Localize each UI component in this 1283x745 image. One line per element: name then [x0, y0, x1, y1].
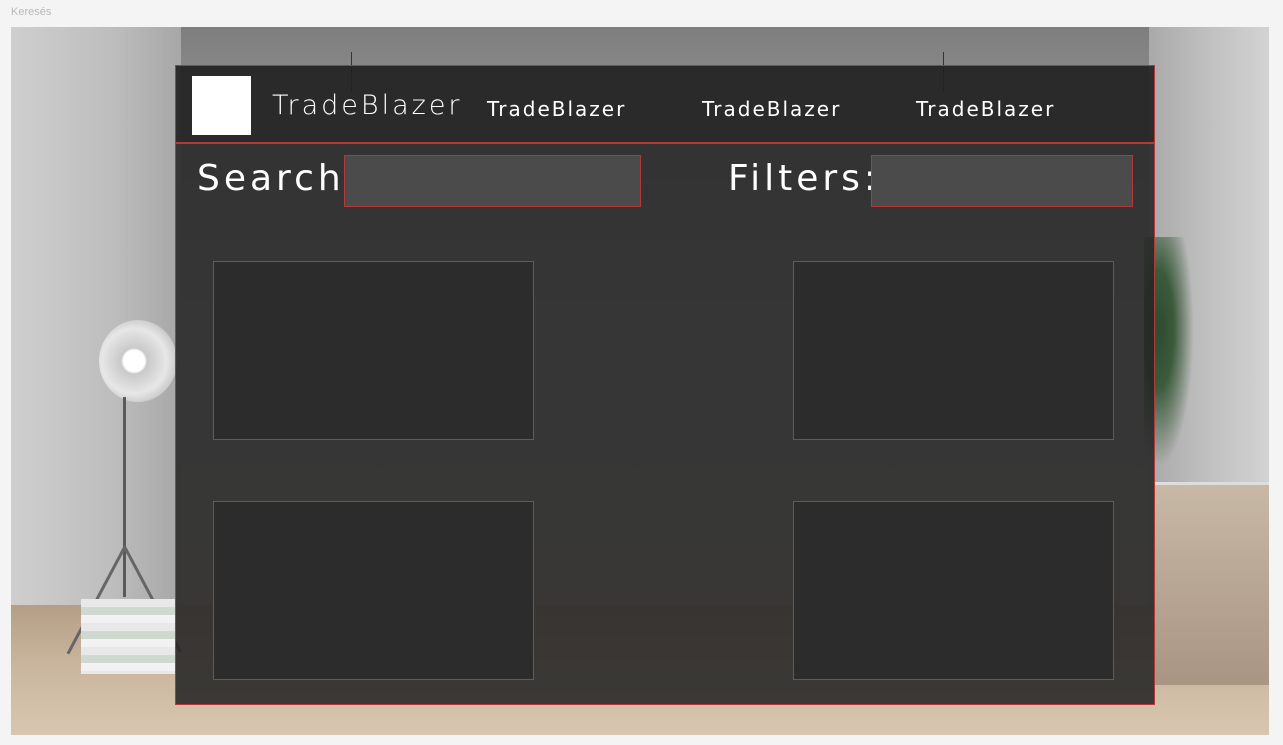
book-stack	[81, 599, 176, 674]
nav-link-1[interactable]: TradeBlazer	[487, 97, 626, 121]
lamp-pole	[123, 397, 126, 597]
nav-link-2[interactable]: TradeBlazer	[702, 97, 841, 121]
cabinet	[1154, 482, 1269, 685]
main-panel: TradeBlazer TradeBlazer TradeBlazer Trad…	[175, 65, 1155, 705]
listing-card[interactable]	[793, 501, 1114, 680]
search-label: Search:	[197, 158, 361, 199]
filters-label: Filters:	[728, 158, 881, 199]
listing-card[interactable]	[213, 501, 534, 680]
page-top-label: Keresés	[11, 6, 52, 18]
logo[interactable]	[192, 76, 251, 135]
search-input[interactable]	[344, 155, 641, 207]
navbar: TradeBlazer TradeBlazer TradeBlazer Trad…	[176, 66, 1154, 144]
listing-card[interactable]	[793, 261, 1114, 440]
filters-input[interactable]	[871, 155, 1133, 207]
brand-title[interactable]: TradeBlazer	[272, 90, 463, 121]
studio-lamp	[99, 320, 177, 402]
listing-card[interactable]	[213, 261, 534, 440]
nav-link-3[interactable]: TradeBlazer	[916, 97, 1055, 121]
